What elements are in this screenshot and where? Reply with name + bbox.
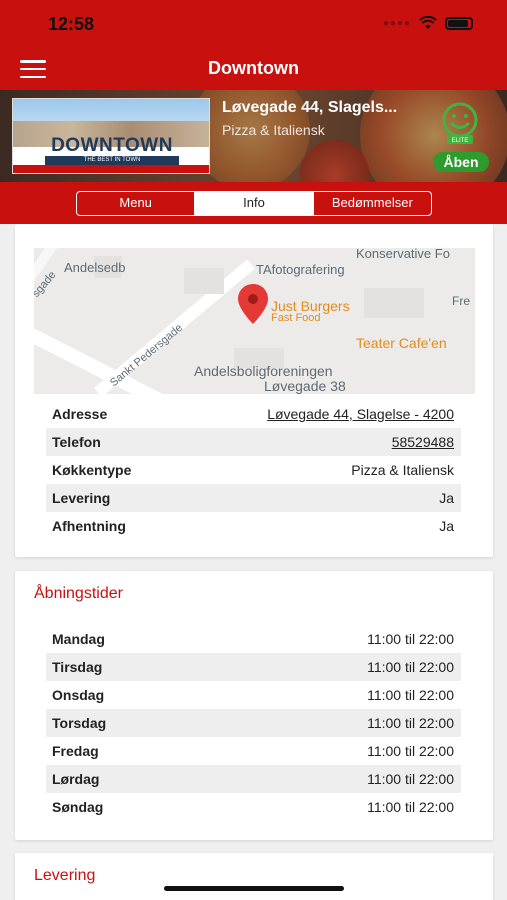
restaurant-logo: DOWNTOWN THE BEST IN TOWN xyxy=(12,98,210,174)
map-label-sankt: Sankt Pedersgade xyxy=(108,321,186,390)
map-label-andelsdb: Andelsedb xyxy=(64,260,126,275)
hours-row: Søndag 11:00 til 22:00 xyxy=(46,793,461,821)
time-label: 11:00 til 22:00 xyxy=(367,799,454,815)
map-label-lovegade38: Løvegade 38 xyxy=(264,378,346,394)
wifi-icon xyxy=(419,16,437,29)
hours-row: Torsdag 11:00 til 22:00 xyxy=(46,709,461,737)
info-row-pickup: Afhentning Ja xyxy=(46,512,461,540)
hours-row: Mandag 11:00 til 22:00 xyxy=(46,625,461,653)
page-title: Downtown xyxy=(208,58,299,78)
day-label: Tirsdag xyxy=(52,659,103,675)
map-label-konservative: Konservative Fo xyxy=(356,248,450,261)
section-title: Åbningstider xyxy=(34,585,123,602)
opening-hours-card: Åbningstider Mandag 11:00 til 22:00 Tirsd… xyxy=(15,571,493,840)
info-value: Ja xyxy=(439,518,454,534)
restaurant-banner: DOWNTOWN THE BEST IN TOWN Løvegade 44, S… xyxy=(0,90,507,182)
info-value: Pizza & Italiensk xyxy=(351,462,454,478)
info-key: Telefon xyxy=(52,434,101,450)
day-label: Søndag xyxy=(52,799,104,815)
status-time: 12:58 xyxy=(48,14,95,34)
info-row-cuisine: Køkkentype Pizza & Italiensk xyxy=(46,456,461,484)
phone-link[interactable]: 58529488 xyxy=(392,434,454,450)
info-key: Levering xyxy=(52,490,111,506)
info-key: Køkkentype xyxy=(52,462,132,478)
map-label-fre: Fre xyxy=(452,294,470,308)
address-link[interactable]: Løvegade 44, Slagelse - 4200 xyxy=(267,406,454,422)
time-label: 11:00 til 22:00 xyxy=(367,631,454,647)
battery-icon xyxy=(445,16,473,30)
info-table: Adresse Løvegade 44, Slagelse - 4200 Tel… xyxy=(46,400,461,540)
time-label: 11:00 til 22:00 xyxy=(367,771,454,787)
logo-tagline: THE BEST IN TOWN xyxy=(45,156,179,165)
time-label: 11:00 til 22:00 xyxy=(367,687,454,703)
day-label: Onsdag xyxy=(52,687,105,703)
info-value: Ja xyxy=(439,490,454,506)
hours-row: Onsdag 11:00 til 22:00 xyxy=(46,681,461,709)
info-key: Adresse xyxy=(52,406,108,422)
tab-bar: Menu Info Bedømmelser xyxy=(0,182,507,224)
banner-cuisine: Pizza & Italiensk xyxy=(222,122,325,138)
day-label: Torsdag xyxy=(52,715,107,731)
location-map[interactable]: Konservative Fo Andelsedb TAfotograferin… xyxy=(34,248,475,394)
segmented-control: Menu Info Bedømmelser xyxy=(76,191,432,216)
time-label: 11:00 til 22:00 xyxy=(367,715,454,731)
time-label: 11:00 til 22:00 xyxy=(367,659,454,675)
hours-table: Mandag 11:00 til 22:00 Tirsdag 11:00 til 2… xyxy=(46,625,461,821)
tab-info[interactable]: Info xyxy=(194,192,313,215)
map-pin-icon xyxy=(238,284,268,324)
map-label-teater: Teater Cafe'en xyxy=(356,335,447,351)
map-label-fast-food: Fast Food xyxy=(271,312,321,324)
status-icons: ●●●● xyxy=(383,16,473,30)
elite-smiley-icon: ELITE xyxy=(442,102,478,144)
day-label: Mandag xyxy=(52,631,105,647)
hours-row: Tirsdag 11:00 til 22:00 xyxy=(46,653,461,681)
info-key: Afhentning xyxy=(52,518,126,534)
tab-menu[interactable]: Menu xyxy=(77,192,194,215)
logo-text: DOWNTOWN xyxy=(51,135,173,156)
hours-row: Lørdag 11:00 til 22:00 xyxy=(46,765,461,793)
nav-bar: Downtown xyxy=(0,48,507,90)
banner-address: Løvegade 44, Slagels... xyxy=(222,99,398,116)
info-content[interactable]: Konservative Fo Andelsedb TAfotograferin… xyxy=(0,224,507,900)
cellular-icon: ●●●● xyxy=(382,17,411,29)
info-row-address: Adresse Løvegade 44, Slagelse - 4200 xyxy=(46,400,461,428)
home-indicator[interactable] xyxy=(164,886,344,891)
day-label: Fredag xyxy=(52,743,99,759)
tab-reviews[interactable]: Bedømmelser xyxy=(312,192,431,215)
map-label-tafoto: TAfotografering xyxy=(256,262,345,277)
section-title: Levering xyxy=(34,867,96,884)
delivery-card: Levering xyxy=(15,853,493,900)
info-row-phone: Telefon 58529488 xyxy=(46,428,461,456)
info-card: Konservative Fo Andelsedb TAfotograferin… xyxy=(15,224,493,557)
status-bar: 12:58 ●●●● xyxy=(0,0,507,48)
smiley-label: ELITE xyxy=(452,138,469,144)
time-label: 11:00 til 22:00 xyxy=(367,743,454,759)
map-label-andelsbolig: Andelsboligforeningen xyxy=(194,363,333,379)
open-status-badge: Åben xyxy=(433,152,489,172)
hours-row: Fredag 11:00 til 22:00 xyxy=(46,737,461,765)
day-label: Lørdag xyxy=(52,771,100,787)
info-row-delivery: Levering Ja xyxy=(46,484,461,512)
